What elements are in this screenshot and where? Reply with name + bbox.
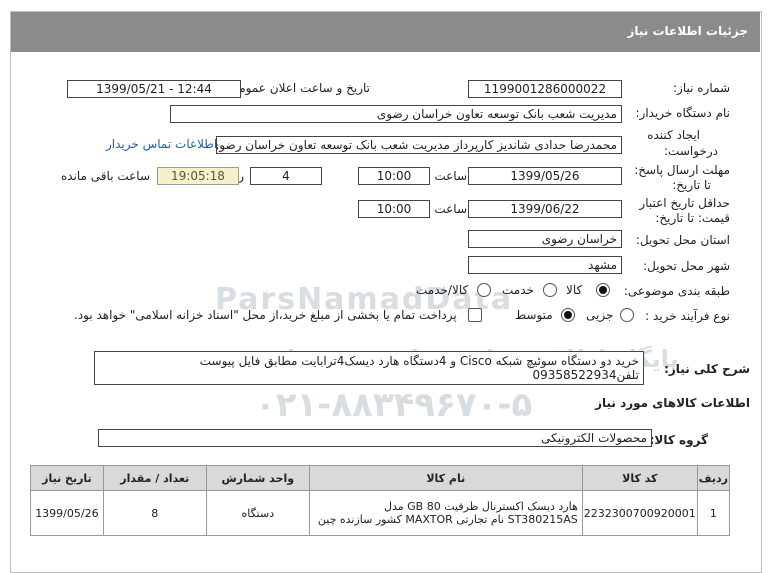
creator-field: محمدرضا حدادی شاندیز کارپرداز مدیریت شعب…: [216, 136, 622, 154]
panel-header: جزئیات اطلاعات نیاز: [11, 12, 760, 52]
goods-info-title: اطلاعات کالاهای مورد نیاز: [595, 396, 750, 410]
purchase-type-label: نوع فرآیند خرید :: [645, 309, 730, 323]
purchase-minor-radio[interactable]: [620, 308, 634, 322]
buyer-field: مدیریت شعب بانک توسعه تعاون خراسان رضوی: [170, 105, 622, 123]
category-label: طبقه بندی موضوعی:: [623, 284, 730, 298]
table-header-row: ردیف کد کالا نام کالا واحد شمارش تعداد /…: [30, 465, 731, 491]
remaining-timer: 19:05:18: [157, 167, 239, 185]
header-row-no: ردیف: [696, 465, 731, 491]
city-label: شهر محل تحویل:: [643, 259, 730, 273]
panel-title: جزئیات اطلاعات نیاز: [627, 24, 748, 38]
deadline-label-2: تا تاریخ:: [672, 178, 711, 192]
days-field: 4: [250, 167, 322, 185]
category-service-radio[interactable]: [543, 283, 557, 297]
cell-unit: دستگاه: [205, 490, 310, 536]
remaining-label: ساعت باقی مانده: [60, 169, 150, 183]
goods-group-label: گروه کالا:: [649, 433, 708, 447]
cell-qty: 8: [102, 490, 207, 536]
header-name: نام کالا: [308, 465, 583, 491]
goods-group-field: محصولات الکترونیکی: [98, 429, 652, 447]
deadline-label: مهلت ارسال پاسخ:: [634, 163, 730, 177]
validity-label: حداقل تاریخ اعتبار: [639, 196, 730, 210]
need-number-label: شماره نیاز:: [673, 81, 730, 95]
announce-field: 1399/05/21 - 12:44: [67, 80, 241, 98]
purchase-medium-label: متوسط: [515, 308, 553, 322]
general-desc-label: شرح کلی نیاز:: [664, 362, 750, 376]
cell-name: هارد دیسک اکسترنال ظرفیت 80 GB مدل ST380…: [308, 490, 583, 536]
announce-label: تاریخ و ساعت اعلان عمومی:: [225, 81, 370, 95]
buyer-contact-link[interactable]: اطلاعات تماس خریدار: [106, 137, 217, 151]
purchase-medium-radio[interactable]: [561, 308, 575, 322]
category-both-label: کالا/خدمت: [416, 283, 469, 297]
header-code: کد کالا: [581, 465, 698, 491]
deadline-date-field: 1399/05/26: [468, 167, 622, 185]
header-unit: واحد شمارش: [205, 465, 310, 491]
category-service-label: خدمت: [502, 283, 534, 297]
need-number-field: 1199001286000022: [468, 80, 622, 98]
category-goods-radio[interactable]: [596, 283, 610, 297]
validity-label-2: قیمت: تا تاریخ:: [655, 211, 730, 225]
validity-date-field: 1399/06/22: [468, 200, 622, 218]
validity-time-label: ساعت: [434, 202, 467, 216]
deadline-time-label: ساعت: [434, 169, 467, 183]
buyer-label: نام دستگاه خریدار:: [635, 106, 731, 120]
category-both-radio[interactable]: [477, 283, 491, 297]
treasury-checkbox[interactable]: [468, 308, 482, 322]
general-desc-field: خرید دو دستگاه سوئیچ شبکه Cisco و 4دستگا…: [94, 351, 644, 385]
province-field: خراسان رضوی: [468, 230, 622, 248]
table-row[interactable]: 1 2232300700920001 هارد دیسک اکسترنال ظر…: [30, 490, 731, 536]
province-label: استان محل تحویل:: [635, 233, 730, 247]
header-date: تاریخ نیاز: [30, 465, 104, 491]
validity-time-field: 10:00: [358, 200, 430, 218]
category-goods-label: کالا: [566, 283, 583, 297]
treasury-note: پرداخت تمام یا بخشی از مبلغ خرید،از محل …: [74, 308, 457, 322]
deadline-time-field: 10:00: [358, 167, 430, 185]
goods-table: ردیف کد کالا نام کالا واحد شمارش تعداد /…: [30, 465, 731, 536]
creator-label-2: درخواست:: [664, 144, 718, 158]
cell-code: 2232300700920001: [581, 490, 698, 536]
city-field: مشهد: [468, 256, 622, 274]
cell-date: 1399/05/26: [30, 490, 104, 536]
cell-row-no: 1: [696, 490, 731, 536]
purchase-minor-label: جزیی: [586, 308, 614, 322]
header-qty: تعداد / مقدار: [102, 465, 207, 491]
creator-label: ایجاد کننده: [647, 128, 700, 142]
